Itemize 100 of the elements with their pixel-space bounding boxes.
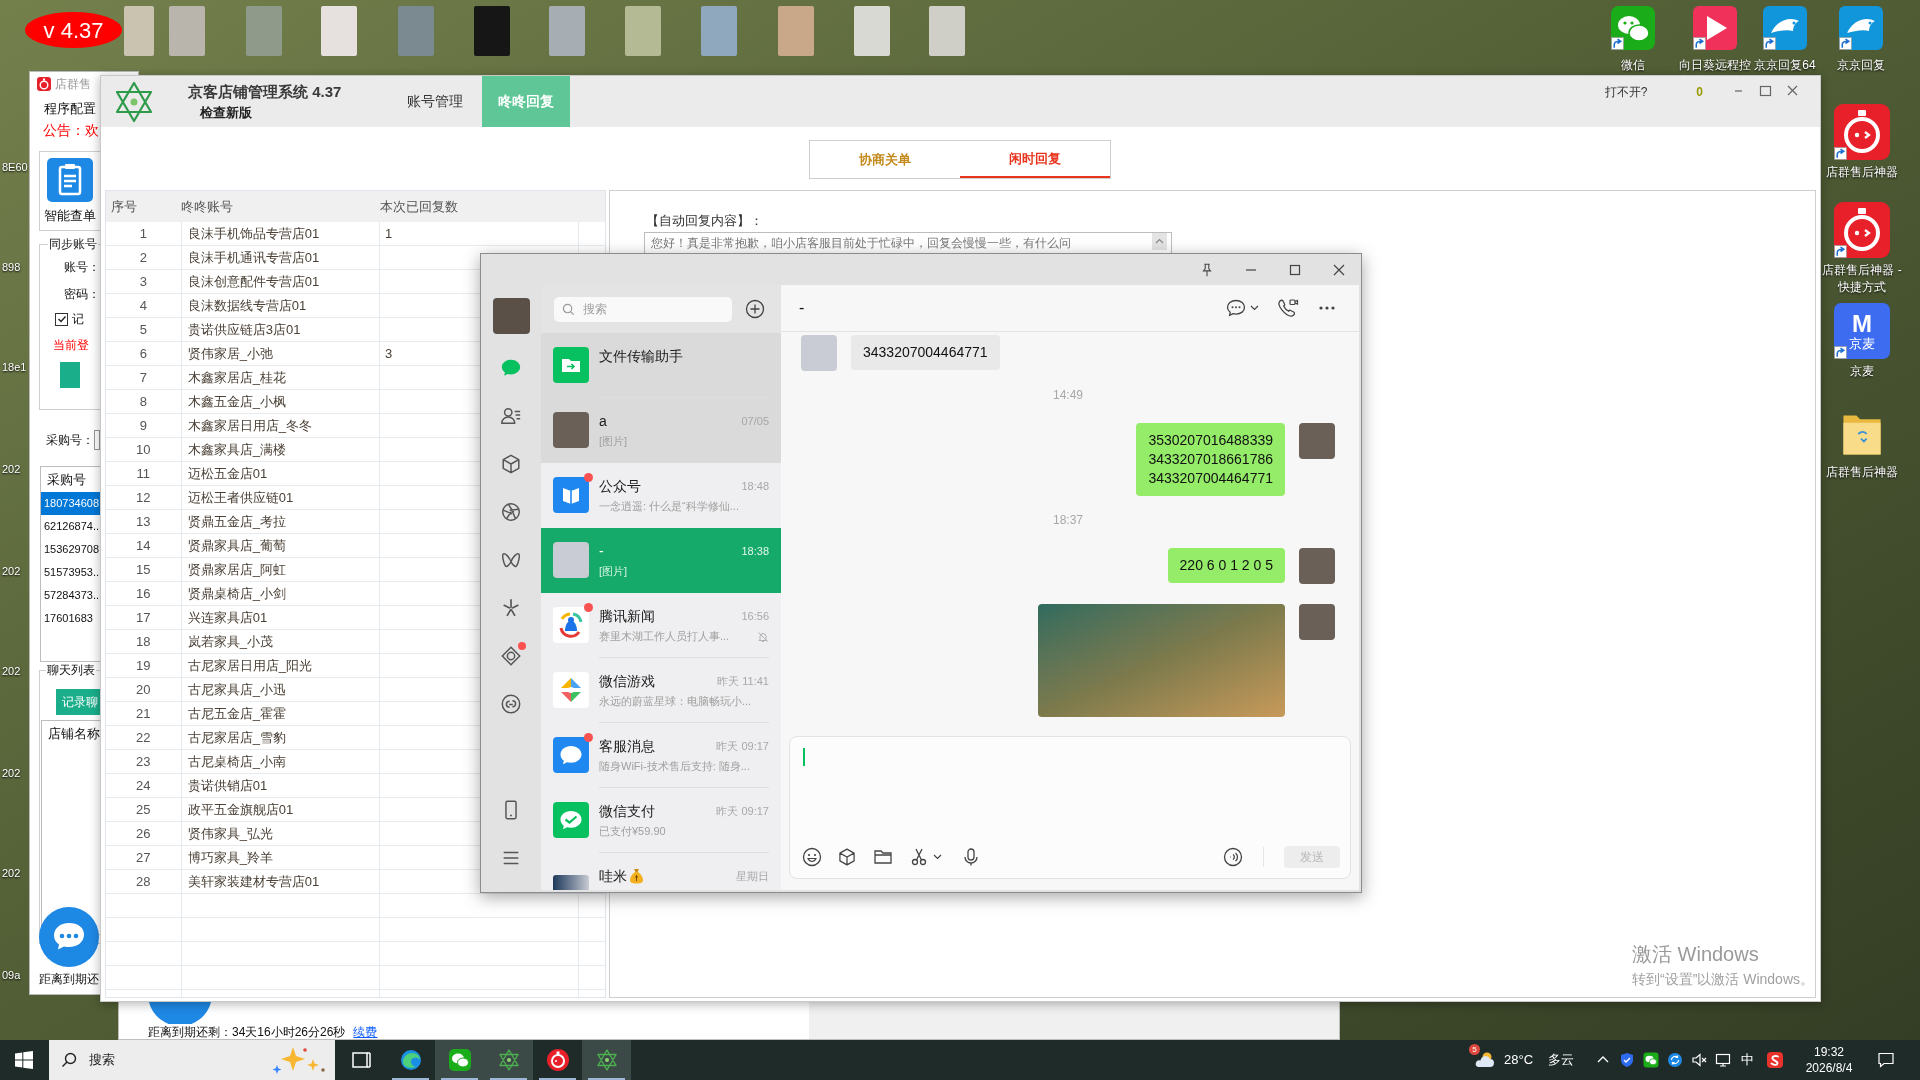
- file-thumbnail[interactable]: [549, 6, 585, 56]
- chat-list-item[interactable]: 客服消息 昨天 09:17 随身WiFi-技术售后支持: 随身...: [541, 723, 781, 788]
- menu-item[interactable]: 程序配置: [44, 101, 96, 117]
- purchase-list-row[interactable]: 17601683: [41, 607, 101, 630]
- file-thumbnail[interactable]: [246, 6, 282, 56]
- file-thumbnail[interactable]: [625, 6, 661, 56]
- chat-list-item[interactable]: 微信游戏 昨天 11:41 永远的蔚蓝星球：电脑畅玩小...: [541, 658, 781, 723]
- desktop-icon-label[interactable]: 微信: [1621, 58, 1645, 72]
- folder-icon[interactable]: [873, 847, 893, 867]
- add-icon[interactable]: [745, 299, 765, 319]
- file-thumbnail[interactable]: [929, 6, 965, 56]
- maximize-icon[interactable]: [1288, 262, 1302, 277]
- person-icon[interactable]: [500, 405, 522, 427]
- taskbar-app-button[interactable]: [435, 1040, 484, 1080]
- chat-bubble-icon[interactable]: [39, 907, 99, 967]
- purchase-list-row[interactable]: 57284373..: [41, 584, 101, 607]
- pin-icon[interactable]: [1200, 262, 1214, 277]
- remember-checkbox[interactable]: [55, 312, 68, 326]
- aperture-icon[interactable]: [500, 501, 522, 523]
- microphone-icon[interactable]: [961, 847, 981, 867]
- monitor-icon[interactable]: [1715, 1052, 1731, 1068]
- desktop-icon-label[interactable]: 京麦: [1822, 363, 1902, 380]
- file-thumbnail[interactable]: [474, 6, 510, 56]
- caret-icon[interactable]: [933, 854, 942, 860]
- clock-date[interactable]: 2026/8/4: [1805, 1060, 1853, 1076]
- avatar-photo[interactable]: [492, 298, 530, 334]
- search-input[interactable]: 搜索: [583, 300, 723, 318]
- row-number-cell-text: 16: [135, 584, 152, 603]
- file-thumbnail[interactable]: [398, 6, 434, 56]
- file-thumbnail[interactable]: [169, 6, 205, 56]
- desktop-icon-label[interactable]: 8E60: [2, 160, 28, 174]
- speaker-mute-icon[interactable]: [1691, 1052, 1707, 1068]
- purchase-list-row[interactable]: 51573953..: [41, 561, 101, 584]
- stopwatch-icon[interactable]: [1834, 202, 1890, 258]
- input-method-indicator[interactable]: 中: [1740, 1050, 1754, 1070]
- desktop-icon-label[interactable]: 202: [2, 462, 21, 476]
- file-thumbnail[interactable]: [701, 6, 737, 56]
- desktop-icon-label[interactable]: 202: [2, 866, 21, 880]
- shield-icon[interactable]: [1619, 1052, 1635, 1068]
- scissors-icon[interactable]: [909, 847, 929, 867]
- row-number-cell-text: 26: [135, 824, 152, 843]
- desktop-icon-label[interactable]: 202: [2, 766, 21, 780]
- notification-icon[interactable]: [1877, 1051, 1895, 1069]
- check-update-link[interactable]: 检查新版: [200, 103, 252, 122]
- purchase-list-row[interactable]: 180734608: [41, 492, 101, 515]
- chat-list-item[interactable]: 哇米 星期日: [541, 853, 781, 890]
- diamond-icon[interactable]: [500, 645, 522, 667]
- reply-text-field[interactable]: 您好！真是非常抱歉，咱小店客服目前处于忙碌中，回复会慢慢一些，有什么问: [644, 232, 1172, 253]
- cube-icon[interactable]: [500, 453, 522, 475]
- video-call-icon[interactable]: [1277, 298, 1299, 318]
- stopwatch-icon[interactable]: [1834, 104, 1890, 160]
- chat-list-item[interactable]: 腾讯新闻 16:56 赛里木湖工作人员打人事...: [541, 593, 781, 658]
- cube-icon[interactable]: [837, 847, 857, 867]
- chat-bubbles-icon[interactable]: [1643, 1052, 1659, 1068]
- desktop-icon-label[interactable]: 店群售后神器: [1822, 464, 1902, 481]
- close-icon[interactable]: [1332, 262, 1346, 277]
- help-link[interactable]: 打不开?: [1604, 84, 1648, 100]
- row-number-cell-text: 15: [135, 560, 152, 579]
- desktop-icon-label[interactable]: 向日葵远程控: [1679, 58, 1751, 72]
- bird-icon[interactable]: [1763, 6, 1807, 50]
- file-thumbnail[interactable]: [854, 6, 890, 56]
- desktop-icon-label[interactable]: 18e1: [2, 360, 27, 374]
- desktop-icon-label[interactable]: 店群售后神器: [1822, 164, 1902, 181]
- renew-link[interactable]: 续费: [353, 1025, 378, 1039]
- purchase-list-row[interactable]: 153629708: [41, 538, 101, 561]
- account-name-cell: 良沫手机通讯专营店01: [180, 246, 379, 269]
- sparkle-icon[interactable]: [500, 597, 522, 619]
- purchase-number-field[interactable]: [94, 430, 100, 450]
- smart-query-button[interactable]: 智能查单: [39, 151, 101, 231]
- desktop-icon-label[interactable]: 京京回复: [1837, 58, 1885, 72]
- voice-wave-icon[interactable]: [1223, 847, 1243, 867]
- desktop-icon-label[interactable]: 京京回复64: [1754, 58, 1816, 72]
- windows-logo-icon[interactable]: [15, 1051, 33, 1069]
- chat-list-item[interactable]: 微信支付 昨天 09:17 已支付¥59.90: [541, 788, 781, 853]
- file-thumbnail[interactable]: [778, 6, 814, 56]
- nav-tab[interactable]: 账号管理: [390, 76, 480, 127]
- file-thumbnail[interactable]: [321, 6, 357, 56]
- app-logo[interactable]: M 京麦: [1834, 303, 1890, 359]
- search-input[interactable]: 搜索: [89, 1050, 229, 1070]
- search-bar[interactable]: 搜索: [554, 296, 732, 322]
- emoji-icon[interactable]: [802, 847, 822, 867]
- bird-icon[interactable]: [1839, 6, 1883, 50]
- mode-tab[interactable]: 闲时回复: [960, 141, 1110, 178]
- desktop-icon-label[interactable]: 店群售后神器 - 快捷方式: [1822, 262, 1902, 296]
- swoosh-logo-icon[interactable]: [1767, 1052, 1783, 1068]
- sync-icon[interactable]: [1667, 1052, 1683, 1068]
- row-number-cell-text: 12: [135, 488, 152, 507]
- purchase-list-row[interactable]: 62126874..: [41, 515, 101, 538]
- search-bar[interactable]: 搜索: [49, 1040, 335, 1080]
- desktop-icon-label[interactable]: 202: [2, 664, 21, 678]
- desktop-icon-label[interactable]: 898: [2, 260, 21, 274]
- desktop-icon-label[interactable]: 09a: [2, 968, 21, 982]
- caret-icon[interactable]: [1250, 305, 1259, 311]
- clock-time[interactable]: 19:32: [1814, 1044, 1844, 1060]
- file-thumbnail[interactable]: [124, 6, 154, 56]
- more-icon[interactable]: [1319, 306, 1335, 310]
- link-icon[interactable]: [500, 693, 522, 715]
- chat-bubble-icon[interactable]: [1226, 299, 1246, 317]
- chat-list-item[interactable]: 文件传输助手: [541, 333, 781, 398]
- desktop-icon-label[interactable]: 202: [2, 564, 21, 578]
